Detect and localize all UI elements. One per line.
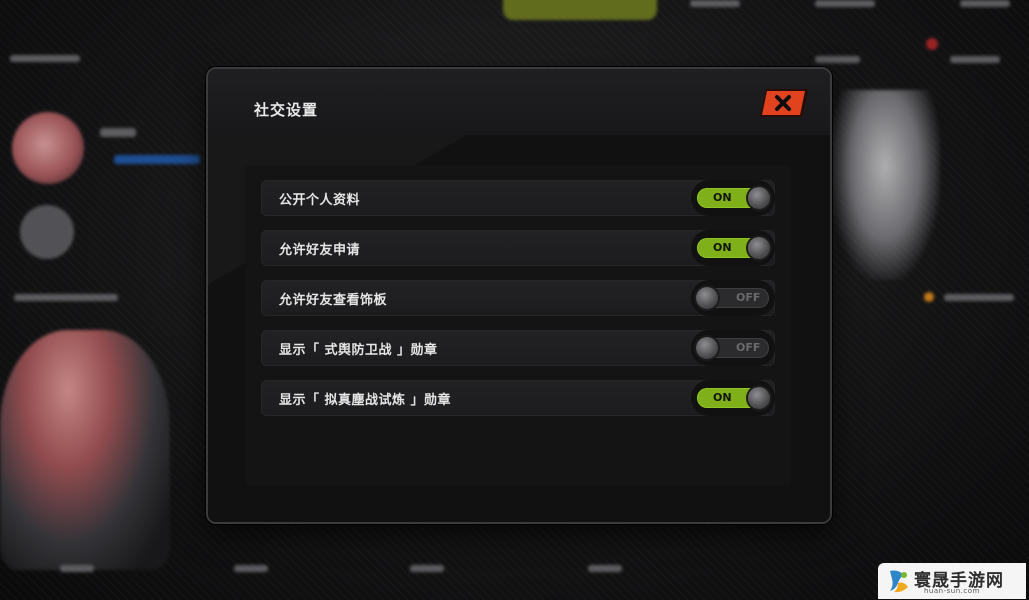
background-active-tab bbox=[503, 0, 657, 20]
toggle-knob bbox=[748, 187, 770, 209]
background-blurred-text bbox=[234, 565, 268, 572]
setting-label: 允许好友查看饰板 bbox=[279, 293, 388, 308]
background-blurred-text bbox=[410, 565, 444, 572]
background-blurred-text bbox=[815, 0, 875, 7]
setting-label: 公开个人资料 bbox=[279, 193, 361, 208]
toggle-knob bbox=[748, 387, 770, 409]
toggle-knob bbox=[696, 337, 718, 359]
toggle-friends-view-plate[interactable]: OFF bbox=[691, 280, 775, 316]
toggle-state-text: OFF bbox=[736, 341, 761, 354]
background-blurred-text bbox=[944, 294, 1014, 301]
setting-row-friends-view-plate: 允许好友查看饰板 OFF bbox=[261, 280, 775, 316]
setting-row-friend-requests: 允许好友申请 ON bbox=[261, 230, 775, 266]
background-blurred-text bbox=[60, 565, 94, 572]
site-watermark: 寰晟手游网 huan-sun.com bbox=[878, 563, 1026, 599]
toggle-friend-requests[interactable]: ON bbox=[691, 230, 775, 266]
setting-row-defense-medal: 显示「 式舆防卫战 」勋章 OFF bbox=[261, 330, 775, 366]
toggle-trial-medal[interactable]: ON bbox=[691, 380, 775, 416]
background-blurred-text bbox=[100, 128, 136, 137]
background-blurred-text bbox=[815, 56, 860, 63]
watermark-url: huan-sun.com bbox=[924, 587, 980, 595]
toggle-state-text: ON bbox=[713, 191, 732, 204]
game-screen: 社交设置 公开个人资料 ON 允许好友申请 ON 允许好友查看饰板 OFF 显示… bbox=[0, 0, 1029, 600]
close-button[interactable] bbox=[758, 87, 810, 119]
toggle-state-text: OFF bbox=[736, 291, 761, 304]
toggle-knob bbox=[696, 287, 718, 309]
toggle-state-text: ON bbox=[713, 391, 732, 404]
background-notification-dot bbox=[926, 38, 938, 50]
background-character-art bbox=[0, 330, 170, 570]
toggle-defense-medal[interactable]: OFF bbox=[691, 330, 775, 366]
watermark-logo-icon bbox=[890, 570, 908, 593]
background-blurred-text bbox=[14, 294, 118, 301]
background-player-avatar bbox=[12, 112, 84, 184]
close-x-icon bbox=[760, 89, 808, 117]
setting-row-trial-medal: 显示「 拟真塵战试炼 」勋章 ON bbox=[261, 380, 775, 416]
background-status-dot bbox=[924, 292, 934, 302]
background-blurred-text bbox=[588, 565, 622, 572]
background-blurred-text bbox=[960, 0, 1010, 7]
toggle-public-profile[interactable]: ON bbox=[691, 180, 775, 216]
setting-label: 显示「 式舆防卫战 」勋章 bbox=[279, 343, 438, 358]
dialog-title: 社交设置 bbox=[254, 101, 319, 119]
background-character-art bbox=[830, 90, 940, 280]
setting-label: 允许好友申请 bbox=[279, 243, 361, 258]
background-blurred-badge bbox=[114, 155, 200, 164]
background-blurred-text bbox=[690, 0, 740, 7]
setting-label: 显示「 拟真塵战试炼 」勋章 bbox=[279, 393, 452, 408]
background-blurred-text bbox=[10, 55, 80, 62]
background-blurred-text bbox=[950, 56, 1000, 63]
toggle-knob bbox=[748, 237, 770, 259]
background-avatar-placeholder bbox=[20, 205, 74, 259]
toggle-state-text: ON bbox=[713, 241, 732, 254]
setting-row-public-profile: 公开个人资料 ON bbox=[261, 180, 775, 216]
social-settings-dialog: 社交设置 公开个人资料 ON 允许好友申请 ON 允许好友查看饰板 OFF 显示… bbox=[206, 67, 832, 524]
